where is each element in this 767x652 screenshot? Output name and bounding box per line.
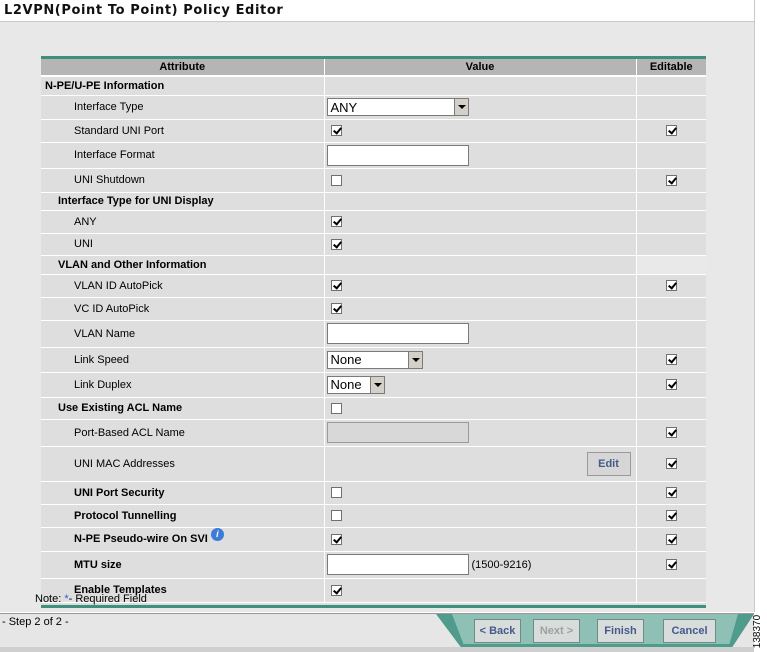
table-row-npe-pseudowire-svi: N-PE Pseudo-wire On SVI i <box>41 527 706 552</box>
table-row-vc-id-autopick: VC ID AutoPick <box>41 297 706 321</box>
mtu-range-hint: (1500-9216) <box>471 558 532 571</box>
table-header-row: Attribute Value Editable <box>41 59 706 77</box>
enable-templates-checkbox[interactable] <box>330 584 342 596</box>
vc-id-autopick-checkbox[interactable] <box>330 303 342 315</box>
attribute-label: Protocol Tunnelling <box>41 504 325 528</box>
uni-shutdown-checkbox[interactable] <box>330 174 342 186</box>
table-row-vlan-name: VLAN Name <box>41 320 706 348</box>
attribute-label: UNI MAC Addresses <box>41 446 325 482</box>
link-speed-editable-checkbox[interactable] <box>665 354 677 366</box>
table-row-section-npe: N-PE/U-PE Information <box>41 76 706 96</box>
chevron-down-icon <box>453 99 468 115</box>
section-label: Interface Type for UNI Display <box>41 192 325 211</box>
port-based-acl-editable-checkbox[interactable] <box>665 427 677 439</box>
column-header-value: Value <box>324 59 637 77</box>
figure-number: 138370 <box>752 614 764 649</box>
vlan-id-autopick-editable-checkbox[interactable] <box>665 280 677 292</box>
any-checkbox[interactable] <box>330 216 342 228</box>
use-existing-acl-checkbox[interactable] <box>330 402 342 414</box>
table-row-port-based-acl: Port-Based ACL Name <box>41 419 706 447</box>
section-label: VLAN and Other Information <box>41 255 325 275</box>
page-title: L2VPN(Point To Point) Policy Editor <box>4 3 284 18</box>
attribute-label: Standard UNI Port <box>41 119 325 143</box>
npe-pseudowire-svi-editable-checkbox[interactable] <box>665 533 677 545</box>
uni-port-security-editable-checkbox[interactable] <box>665 487 677 499</box>
npe-pseudowire-svi-checkbox[interactable] <box>330 533 342 545</box>
attribute-label: Interface Type <box>41 95 325 120</box>
table-row-interface-type: Interface Type ANY <box>41 95 706 120</box>
mtu-size-editable-checkbox[interactable] <box>665 559 677 571</box>
table-row-mtu-size: MTU size (1500-9216) <box>41 551 706 579</box>
vlan-id-autopick-checkbox[interactable] <box>330 280 342 292</box>
info-icon[interactable]: i <box>210 528 224 541</box>
attribute-label: UNI Shutdown <box>41 168 325 193</box>
edit-mac-addresses-button[interactable]: Edit <box>586 451 631 476</box>
table-row-use-existing-acl: Use Existing ACL Name <box>41 397 706 420</box>
link-duplex-select[interactable]: None <box>326 375 385 394</box>
link-duplex-editable-checkbox[interactable] <box>665 379 677 391</box>
table-row-uni-shutdown: UNI Shutdown <box>41 168 706 193</box>
attribute-label: Port-Based ACL Name <box>41 419 325 447</box>
attribute-label: VC ID AutoPick <box>41 297 325 321</box>
policy-table-container: Attribute Value Editable N-PE/U-PE Infor… <box>41 56 706 608</box>
uni-shutdown-editable-checkbox[interactable] <box>665 174 677 186</box>
table-row-standard-uni-port: Standard UNI Port <box>41 119 706 143</box>
attribute-label: ANY <box>41 210 325 234</box>
uni-checkbox[interactable] <box>330 238 342 250</box>
attribute-label: Link Duplex <box>41 372 325 398</box>
protocol-tunnelling-editable-checkbox[interactable] <box>665 510 677 522</box>
table-row-section-uni-display: Interface Type for UNI Display <box>41 192 706 211</box>
interface-type-select[interactable]: ANY <box>326 98 469 116</box>
link-speed-select[interactable]: None <box>326 350 423 369</box>
attribute-label: UNI <box>41 233 325 256</box>
table-row-vlan-id-autopick: VLAN ID AutoPick <box>41 274 706 298</box>
step-indicator: - Step 2 of 2 - <box>2 616 69 628</box>
column-header-editable: Editable <box>636 59 706 77</box>
table-row-uni-mac-addresses: UNI MAC Addresses Edit <box>41 446 706 482</box>
table-row-link-duplex: Link Duplex None <box>41 372 706 398</box>
table-row-interface-format: Interface Format <box>41 142 706 169</box>
attribute-label: VLAN ID AutoPick <box>41 274 325 298</box>
table-row-link-speed: Link Speed None <box>41 347 706 373</box>
standard-uni-port-editable-checkbox[interactable] <box>665 125 677 137</box>
uni-port-security-checkbox[interactable] <box>330 487 342 499</box>
attribute-label: VLAN Name <box>41 320 325 348</box>
next-button[interactable]: Next > <box>533 619 580 643</box>
table-row-uni-port-security: UNI Port Security <box>41 481 706 505</box>
table-row-any: ANY <box>41 210 706 234</box>
back-button[interactable]: < Back <box>474 619 521 643</box>
standard-uni-port-checkbox[interactable] <box>330 125 342 137</box>
finish-button[interactable]: Finish <box>597 619 644 643</box>
mtu-size-input[interactable] <box>326 554 469 575</box>
editor-panel: Attribute Value Editable N-PE/U-PE Infor… <box>0 22 754 612</box>
required-field-note: Note: *- Required Field <box>35 593 147 605</box>
bottom-divider <box>0 647 754 652</box>
attribute-label: Use Existing ACL Name <box>41 397 325 420</box>
vlan-name-input[interactable] <box>326 323 469 344</box>
interface-format-input[interactable] <box>326 144 469 166</box>
attribute-label: Interface Format <box>41 142 325 169</box>
policy-table: Attribute Value Editable N-PE/U-PE Infor… <box>41 59 706 603</box>
table-row-section-vlan: VLAN and Other Information <box>41 255 706 275</box>
chevron-down-icon <box>407 351 422 368</box>
column-header-attribute: Attribute <box>41 59 325 77</box>
protocol-tunnelling-checkbox[interactable] <box>330 510 342 522</box>
table-row-uni: UNI <box>41 233 706 256</box>
chevron-down-icon <box>369 376 384 393</box>
right-divider <box>754 0 755 612</box>
uni-mac-addresses-editable-checkbox[interactable] <box>665 458 677 470</box>
cancel-button[interactable]: Cancel <box>663 619 716 643</box>
attribute-label: Link Speed <box>41 347 325 373</box>
attribute-label: MTU size <box>41 551 325 579</box>
attribute-label: UNI Port Security <box>41 481 325 505</box>
attribute-label: N-PE Pseudo-wire On SVI <box>74 533 208 545</box>
table-row-protocol-tunnelling: Protocol Tunnelling <box>41 504 706 528</box>
section-label: N-PE/U-PE Information <box>41 76 325 96</box>
port-based-acl-input[interactable] <box>326 422 469 443</box>
